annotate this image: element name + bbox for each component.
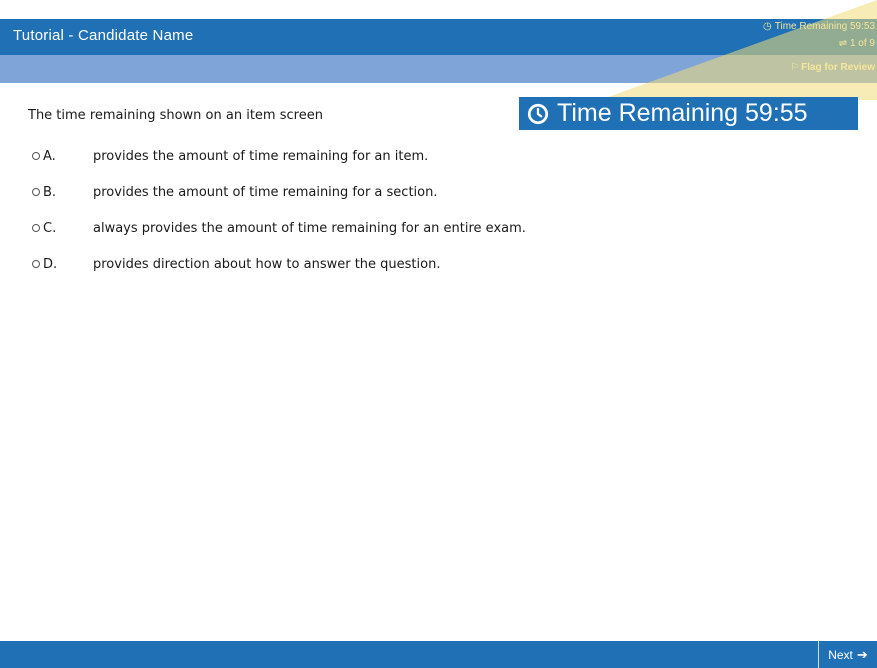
option-text: provides direction about how to answer t… (93, 256, 441, 272)
clock-icon (527, 103, 549, 124)
option-letter: B. (43, 184, 57, 200)
next-button[interactable]: Next ➔ (818, 641, 877, 668)
question-stem: The time remaining shown on an item scre… (28, 108, 323, 123)
arrow-right-icon: ➔ (856, 646, 868, 662)
radio-button[interactable] (32, 224, 40, 232)
next-button-label: Next (828, 647, 853, 662)
answer-option-c[interactable]: C. always provides the amount of time re… (32, 210, 526, 246)
flag-icon: ⚐ (790, 62, 800, 73)
flag-for-review-button[interactable]: ⚐ Flag for Review (790, 62, 875, 73)
time-remaining-callout-text: Time Remaining 59:55 (557, 99, 808, 127)
option-letter: A. (43, 148, 56, 164)
option-text: always provides the amount of time remai… (93, 220, 526, 236)
title-bar: Tutorial - Candidate Name (0, 19, 877, 55)
answer-option-d[interactable]: D. provides direction about how to answe… (32, 246, 526, 282)
time-remaining-callout: Time Remaining 59:55 (519, 97, 858, 130)
page-indicator: ⇌ 1 of 9 (839, 38, 875, 49)
answer-option-a[interactable]: A. provides the amount of time remaining… (32, 138, 526, 174)
time-remaining-indicator: ◷ Time Remaining 59:53 (763, 21, 875, 32)
option-letter: C. (43, 220, 57, 236)
page-indicator-text: 1 of 9 (849, 38, 875, 49)
radio-button[interactable] (32, 260, 40, 268)
clock-icon: ◷ (763, 21, 772, 32)
toolbar-bar (0, 55, 877, 83)
page-icon: ⇌ (838, 38, 848, 49)
option-text: provides the amount of time remaining fo… (93, 184, 438, 200)
answer-options: A. provides the amount of time remaining… (32, 138, 526, 282)
time-remaining-text: Time Remaining 59:53 (774, 21, 875, 32)
radio-button[interactable] (32, 152, 40, 160)
answer-option-b[interactable]: B. provides the amount of time remaining… (32, 174, 526, 210)
radio-button[interactable] (32, 188, 40, 196)
flag-for-review-label: Flag for Review (801, 62, 875, 73)
footer-bar: Next ➔ (0, 641, 877, 668)
exam-title: Tutorial - Candidate Name (13, 27, 194, 44)
option-letter: D. (43, 256, 58, 272)
option-text: provides the amount of time remaining fo… (93, 148, 429, 164)
